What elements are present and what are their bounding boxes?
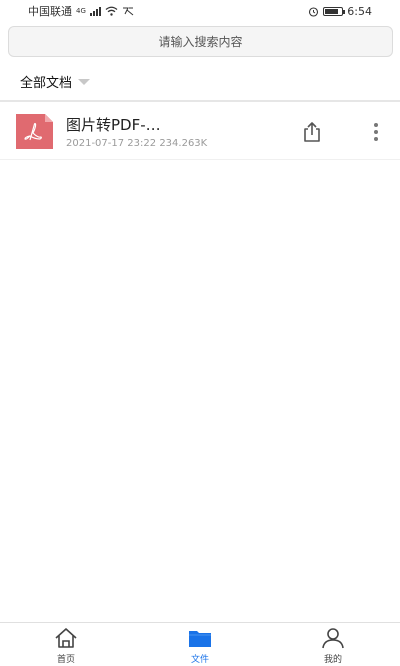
nav-label-home: 首页 xyxy=(56,655,75,665)
caret-down-icon xyxy=(78,79,91,85)
file-list-item[interactable]: 图片转PDF-… 2021-07-17 23:22 234.263K xyxy=(0,102,400,160)
bottom-navigation: 首页 文件 我的 xyxy=(0,622,400,666)
nav-item-home[interactable]: 首页 xyxy=(36,627,96,666)
file-name: 图片转PDF-… xyxy=(66,116,161,134)
nav-label-files: 文件 xyxy=(190,655,209,665)
wifi-icon xyxy=(105,6,118,16)
status-time: 6:54 xyxy=(347,4,372,18)
nav-item-profile[interactable]: 我的 xyxy=(303,627,363,666)
folder-icon xyxy=(189,631,211,647)
signal-icon xyxy=(89,6,101,16)
home-icon xyxy=(55,628,77,648)
file-meta: 2021-07-17 23:22 234.263K xyxy=(66,138,207,149)
filter-label: 全部文档 xyxy=(20,75,73,91)
search-placeholder: 请输入搜索内容 xyxy=(158,35,243,49)
carrier-label: 中国联通 xyxy=(28,5,72,18)
file-size: 234.263K xyxy=(159,138,208,149)
user-icon xyxy=(322,628,344,649)
document-filter-dropdown[interactable]: 全部文档 xyxy=(20,70,91,92)
nav-item-files[interactable]: 文件 xyxy=(170,627,230,666)
battery-icon xyxy=(323,6,346,16)
status-bar: 中国联通 4G 6:54 xyxy=(0,0,400,22)
pdf-icon xyxy=(16,114,53,149)
status-right: 6:54 xyxy=(308,5,372,18)
battery-level xyxy=(325,8,339,14)
file-date: 2021-07-17 23:22 xyxy=(66,138,157,149)
status-left: 中国联通 4G xyxy=(28,3,134,19)
notification-icon xyxy=(122,7,134,16)
nav-label-profile: 我的 xyxy=(323,655,342,665)
alarm-icon xyxy=(309,6,319,17)
more-options-icon[interactable] xyxy=(367,122,385,142)
share-icon[interactable] xyxy=(300,120,324,144)
app-screen: 中国联通 4G 6:54 请输入搜索内容 全部文档 图片转PDF-… 2021-… xyxy=(0,0,400,666)
search-input[interactable]: 请输入搜索内容 xyxy=(8,26,393,57)
network-label: 4G xyxy=(76,7,86,15)
